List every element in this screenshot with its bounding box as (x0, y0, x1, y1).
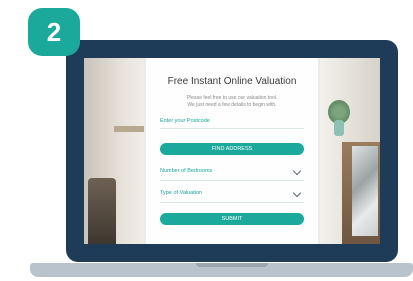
laptop-trackpad-notch (196, 263, 268, 267)
bedrooms-select[interactable]: Number of Bedrooms (160, 166, 304, 178)
form-title: Free Instant Online Valuation (167, 76, 297, 87)
step-number: 2 (46, 17, 62, 47)
painting (352, 146, 378, 236)
valuation-form-card: Free Instant Online Valuation Please fee… (146, 58, 318, 244)
chevron-down-icon (292, 188, 302, 198)
postcode-input[interactable]: Enter your Postcode (160, 118, 210, 124)
submit-button[interactable]: SUBMIT (160, 213, 304, 225)
form-subtitle-line2: We just need a few details to begin with… (187, 102, 277, 108)
bedrooms-underline (160, 180, 304, 181)
form-subtitle-line1: Please feel free to use our valuation to… (186, 95, 278, 101)
valuation-underline (160, 202, 304, 203)
background-room-right (320, 58, 380, 244)
chair (88, 178, 116, 244)
background-room-left (84, 58, 144, 244)
bedrooms-label: Number of Bedrooms (160, 168, 213, 174)
valuation-type-select[interactable]: Type of Valuation (160, 188, 304, 200)
vase-icon (334, 120, 344, 136)
valuation-type-label: Type of Valuation (160, 190, 203, 196)
chevron-down-icon (292, 166, 302, 176)
step-badge: 2 (28, 8, 80, 56)
shelf (114, 126, 144, 132)
find-address-button[interactable]: FIND ADDRESS (160, 143, 304, 155)
postcode-underline (160, 128, 304, 129)
laptop-screen: Free Instant Online Valuation Please fee… (84, 58, 380, 244)
